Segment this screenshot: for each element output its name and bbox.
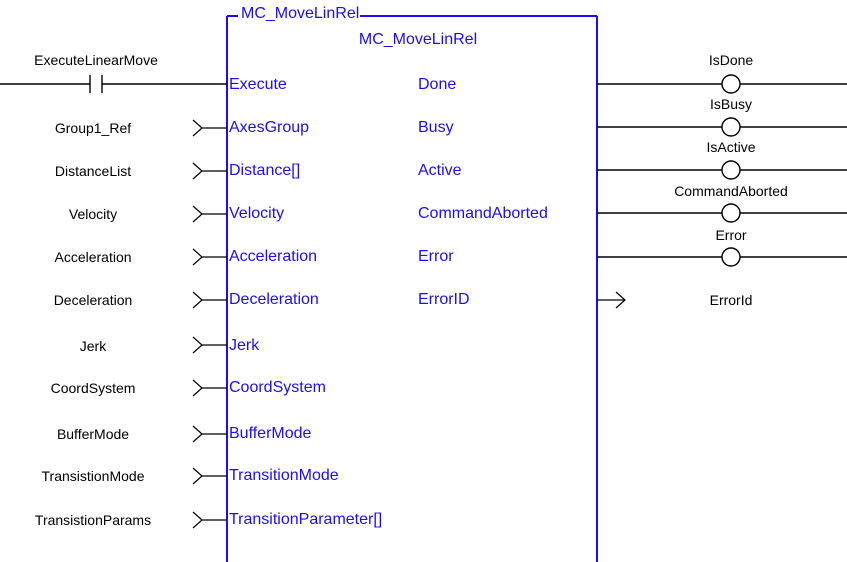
- input-pin-coordsystem: CoordSystem: [229, 379, 326, 396]
- input-pin-velocity: Velocity: [229, 205, 285, 222]
- input-arrow-distance: [192, 162, 203, 180]
- output-pin-busy: Busy: [418, 119, 454, 136]
- input-pin-transitionparameter: TransitionParameter[]: [229, 511, 383, 528]
- input-arrow-deceleration: [192, 291, 203, 309]
- input-arrow-buffermode: [192, 425, 203, 443]
- input-arrow-transitionparameter: [192, 511, 203, 529]
- coil-error: [721, 247, 741, 267]
- input-variable-transitionmode: TransistionMode: [41, 468, 145, 484]
- coil-busy: [721, 117, 741, 137]
- input-arrow-velocity: [192, 205, 203, 223]
- input-pin-axesgroup: AxesGroup: [229, 119, 310, 136]
- input-arrow-jerk: [192, 336, 203, 354]
- input-variable-distance: DistanceList: [54, 163, 132, 179]
- input-arrow-coordsystem: [192, 379, 203, 397]
- output-variable-isdone: IsDone: [708, 52, 754, 68]
- input-pin-jerk: Jerk: [229, 337, 260, 354]
- output-pin-commandaborted: CommandAborted: [418, 205, 548, 222]
- output-variable-isactive: IsActive: [706, 139, 756, 155]
- block-type-name: MC_MoveLinRel: [358, 31, 478, 48]
- input-variable-coordsystem: CoordSystem: [50, 380, 136, 396]
- output-pin-active: Active: [418, 162, 462, 179]
- input-arrow-transitionmode: [192, 467, 203, 485]
- output-variable-commandaborted: CommandAborted: [674, 183, 788, 199]
- input-variable-velocity: Velocity: [68, 206, 118, 222]
- ladder-diagram: MC_MoveLinRel MC_MoveLinRel ExecuteLinea…: [0, 0, 847, 562]
- input-arrow-acceleration: [192, 248, 203, 266]
- output-variable-errorid: ErrorId: [709, 292, 753, 308]
- block-instance-name: MC_MoveLinRel: [240, 5, 361, 23]
- input-pin-buffermode: BufferMode: [229, 425, 312, 442]
- output-variable-isbusy: IsBusy: [709, 96, 753, 112]
- output-variable-error: Error: [715, 227, 747, 243]
- input-variable-acceleration: Acceleration: [54, 249, 132, 265]
- input-pin-deceleration: Deceleration: [229, 291, 319, 308]
- input-variable-deceleration: Deceleration: [53, 292, 133, 308]
- input-arrow-axesgroup: [192, 119, 203, 137]
- output-pin-error: Error: [418, 248, 454, 265]
- coil-done: [721, 74, 741, 94]
- input-variable-axesgroup: Group1_Ref: [54, 120, 132, 136]
- input-variable-transitionparameter: TransistionParams: [34, 512, 152, 528]
- output-pin-done: Done: [418, 76, 457, 93]
- input-pin-transitionmode: TransitionMode: [229, 467, 339, 484]
- input-variable-buffermode: BufferMode: [56, 426, 130, 442]
- input-pin-distance: Distance[]: [229, 162, 301, 179]
- contact-variable-label: ExecuteLinearMove: [34, 52, 158, 68]
- coil-active: [721, 160, 741, 180]
- output-pin-errorid: ErrorID: [418, 291, 470, 308]
- coil-commandaborted: [721, 203, 741, 223]
- input-variable-jerk: Jerk: [79, 338, 107, 354]
- execute-pin-label: Execute: [229, 76, 287, 93]
- input-pin-acceleration: Acceleration: [229, 248, 318, 265]
